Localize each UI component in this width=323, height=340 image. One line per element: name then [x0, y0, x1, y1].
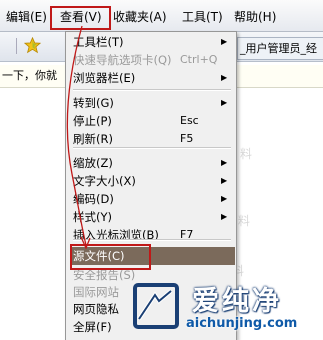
watermark-url: aichunjing.com — [186, 316, 298, 331]
star-icon[interactable] — [24, 37, 41, 54]
toolbar-divider — [6, 38, 17, 54]
menu-item-shortcut: F5 — [180, 132, 194, 145]
menu-item-shortcut: F7 — [180, 228, 194, 241]
menu-bar: 编辑(E) 查看(V) 收藏夹(A) 工具(T) 帮助(H) — [0, 0, 323, 32]
submenu-arrow-icon: ▶ — [221, 212, 228, 221]
menu-help[interactable]: 帮助(H) — [234, 9, 276, 25]
menu-edit[interactable]: 编辑(E) — [6, 9, 47, 25]
annotation-arrow — [66, 25, 91, 250]
menu-item-shortcut: Ctrl+Q — [180, 53, 218, 66]
watermark-title: 爱纯净 — [192, 286, 282, 317]
watermark-logo-icon — [133, 283, 179, 329]
menu-favorites[interactable]: 收藏夹(A) — [113, 9, 167, 25]
submenu-arrow-icon: ▶ — [221, 73, 228, 82]
submenu-arrow-icon: ▶ — [221, 194, 228, 203]
submenu-arrow-icon: ▶ — [221, 37, 228, 46]
menu-item-label: 网页隐私 — [73, 302, 119, 316]
info-bar-text: 一下，你就 — [2, 69, 57, 82]
submenu-arrow-icon: ▶ — [221, 176, 228, 185]
menu-item-shortcut: Esc — [180, 114, 199, 127]
menu-item-label: 全屏(F) — [73, 320, 112, 334]
background-text: 料 — [238, 214, 251, 228]
submenu-arrow-icon: ▶ — [221, 98, 228, 107]
background-text: 料 — [240, 147, 253, 161]
menu-tools[interactable]: 工具(T) — [182, 9, 223, 25]
menu-item-label: 国际网站 — [73, 285, 119, 299]
submenu-arrow-icon: ▶ — [221, 158, 228, 167]
browser-tab[interactable]: _用户管理员_经 — [237, 37, 323, 60]
